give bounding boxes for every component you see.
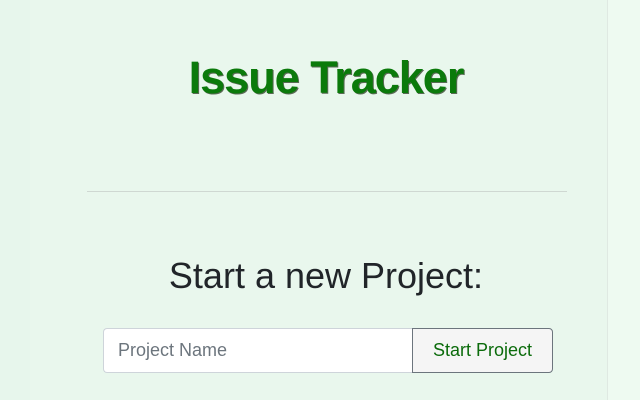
project-name-input[interactable]: [103, 328, 412, 373]
new-project-form: Start Project: [103, 328, 553, 373]
new-project-heading: Start a new Project:: [168, 255, 484, 296]
section-divider: [87, 191, 567, 192]
page: Issue Tracker Start a new Project: Start…: [0, 0, 640, 400]
start-project-button[interactable]: Start Project: [412, 328, 553, 373]
app-title: Issue Tracker: [188, 52, 465, 103]
